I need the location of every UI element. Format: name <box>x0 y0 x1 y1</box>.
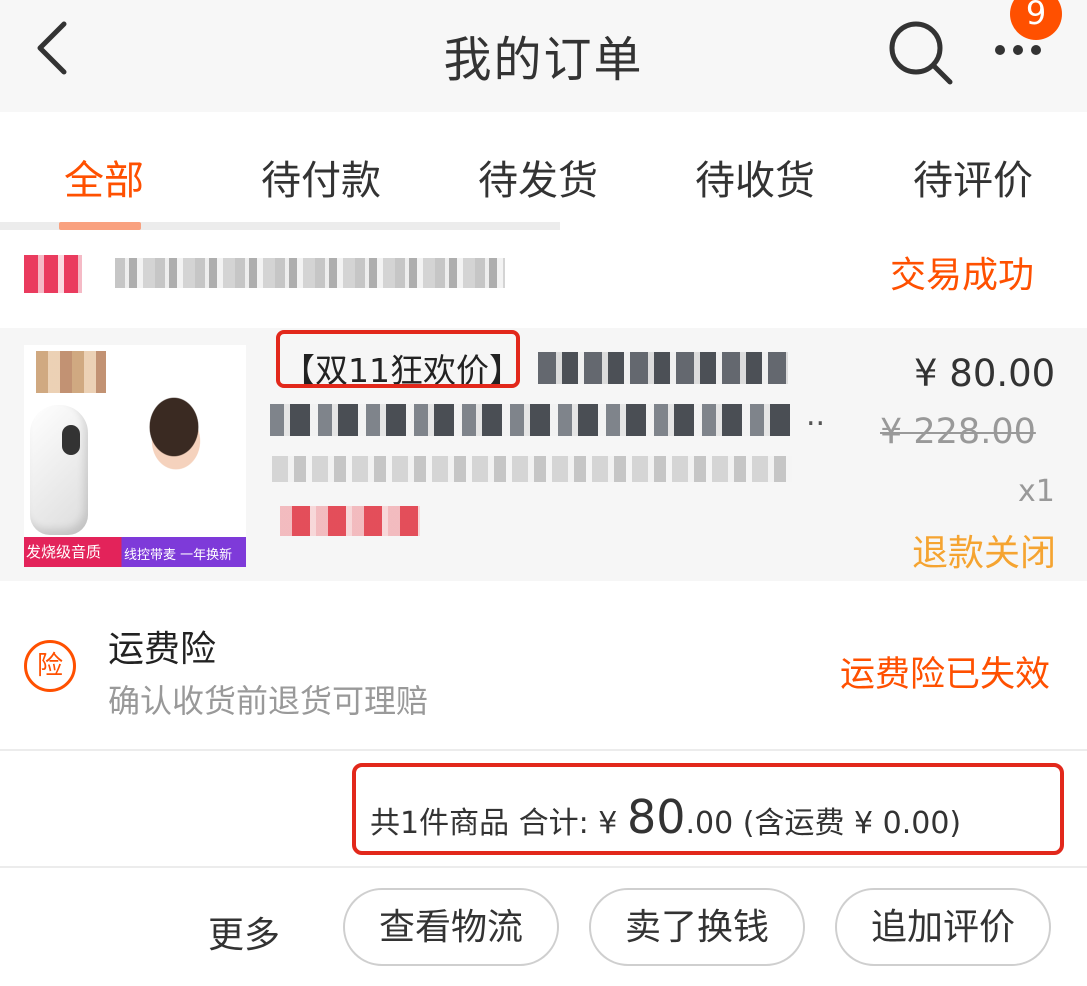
product-title-redacted-line2 <box>270 404 790 436</box>
product-sku-redacted <box>272 456 792 482</box>
more-actions-link[interactable]: 更多 <box>208 906 280 958</box>
product-image[interactable]: 发烧级音质 线控带麦 一年换新 <box>24 345 246 567</box>
model-graphic <box>104 375 246 545</box>
insurance-title: 运费险 <box>108 629 217 670</box>
divider <box>0 866 1087 868</box>
promo-highlight-box <box>276 330 520 388</box>
tab-pending-review[interactable]: 待评价 <box>913 148 1033 206</box>
total-highlight-box <box>352 763 1064 855</box>
tab-pending-receipt[interactable]: 待收货 <box>695 148 815 206</box>
image-tag-warranty: 线控带麦 一年换新 <box>124 548 233 563</box>
refund-status: 退款关闭 <box>912 533 1057 574</box>
item-price: ¥ 80.00 <box>914 352 1056 395</box>
item-original-price: ¥ 228.00 <box>880 412 1036 452</box>
search-icon[interactable] <box>886 18 956 88</box>
order-status: 交易成功 <box>890 255 1035 296</box>
tab-pending-payment[interactable]: 待付款 <box>261 148 381 206</box>
title-ellipsis: .. <box>806 398 826 433</box>
active-tab-indicator <box>59 222 141 230</box>
tab-all[interactable]: 全部 <box>64 148 144 206</box>
image-tag-sound: 发烧级音质 <box>26 543 102 561</box>
shop-name-redacted[interactable] <box>115 258 505 288</box>
insurance-icon: 险 <box>24 640 76 692</box>
shop-logo[interactable] <box>24 255 82 293</box>
item-quantity: x1 <box>1018 474 1055 509</box>
product-image-logo-redacted <box>36 351 106 393</box>
product-tag-redacted <box>280 506 420 536</box>
order-tabs: 全部 待付款 待发货 待收货 待评价 <box>0 112 1087 230</box>
resell-button[interactable]: 卖了换钱 <box>589 888 805 966</box>
product-title-redacted <box>538 352 788 384</box>
tab-pending-shipment[interactable]: 待发货 <box>478 148 598 206</box>
view-logistics-button[interactable]: 查看物流 <box>343 888 559 966</box>
insurance-description: 确认收货前退货可理赔 <box>108 682 429 720</box>
divider <box>0 749 1087 751</box>
insurance-status: 运费险已失效 <box>840 655 1051 695</box>
add-review-button[interactable]: 追加评价 <box>835 888 1051 966</box>
earphone-speaker-graphic <box>62 425 80 455</box>
earphone-graphic <box>30 405 88 535</box>
